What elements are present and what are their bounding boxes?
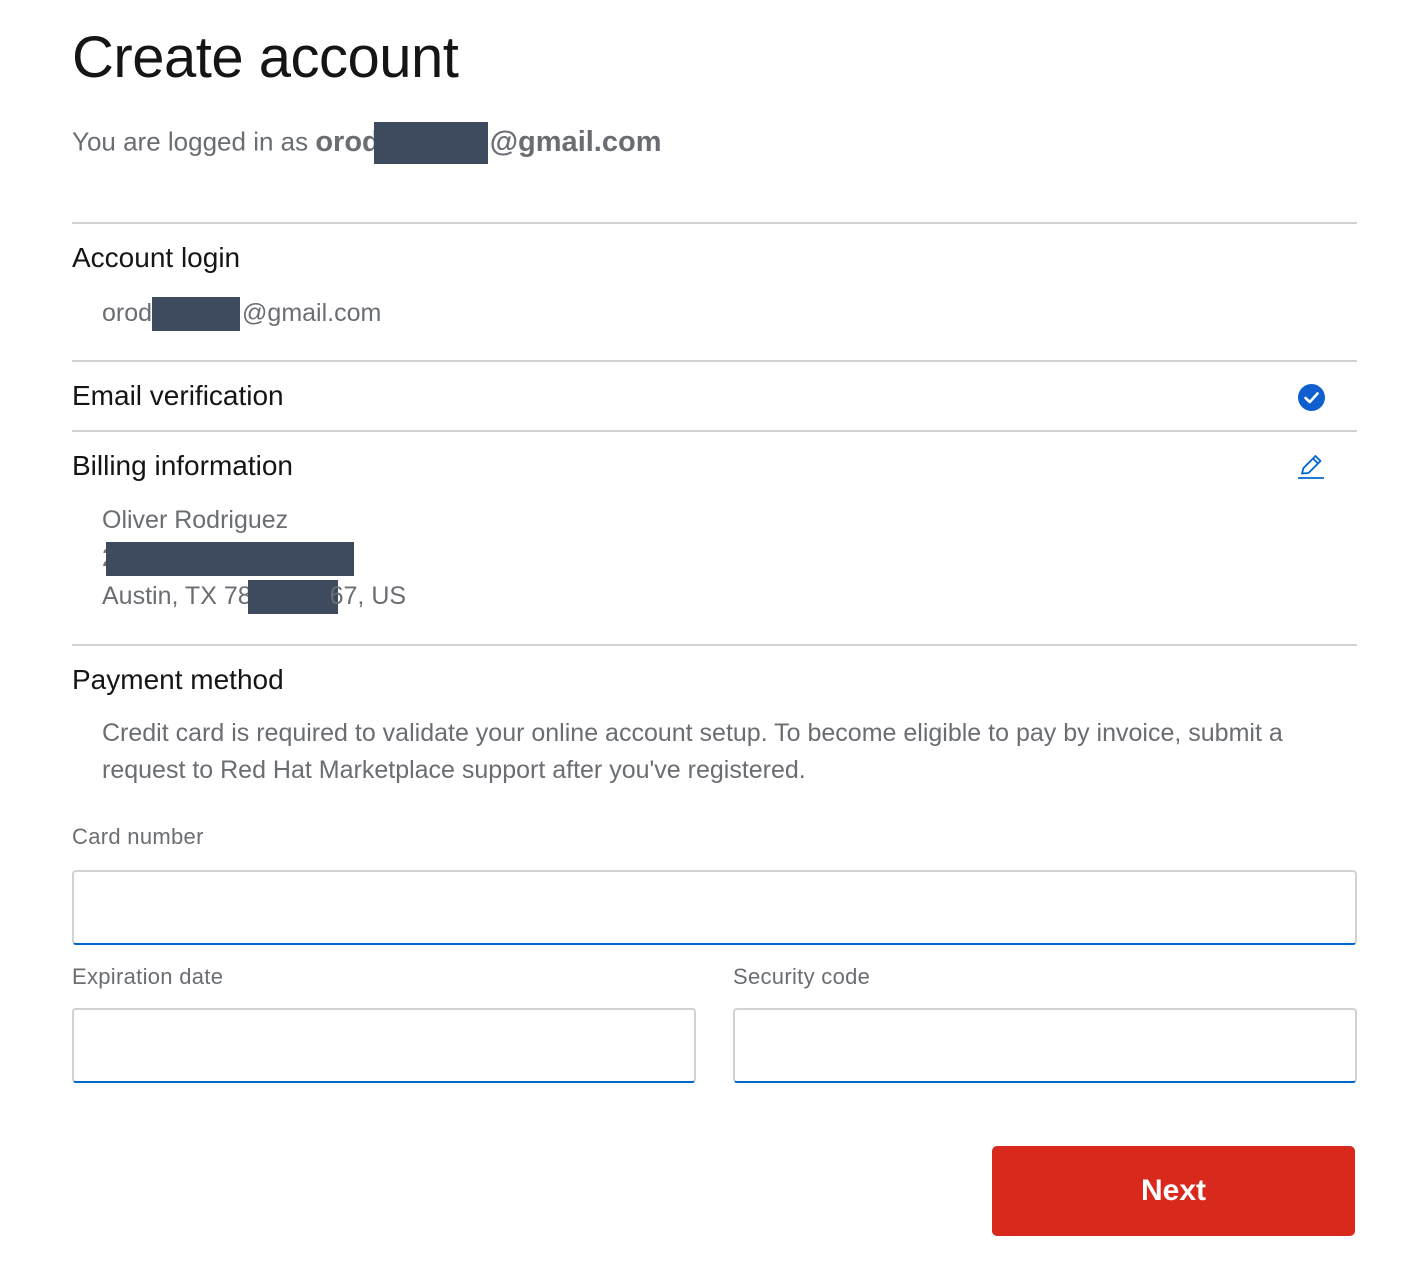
email-verification-title: Email verification	[72, 380, 284, 411]
account-login-title: Account login	[72, 242, 241, 273]
check-circle-icon	[1298, 384, 1325, 411]
card-number-label: Card number	[72, 824, 204, 849]
billing-street: 2	[102, 540, 354, 577]
page-title: Create account	[72, 25, 459, 90]
payment-description: Credit card is required to validate your…	[102, 719, 1283, 784]
redaction-block	[373, 122, 488, 164]
billing-information-title: Billing information	[72, 450, 293, 481]
divider	[72, 644, 1357, 646]
payment-method-title: Payment method	[72, 664, 284, 695]
divider	[72, 360, 1357, 362]
logged-in-email: orod @gmail.com	[315, 122, 662, 164]
expiration-date-label: Expiration date	[72, 964, 224, 989]
divider	[72, 430, 1357, 432]
logged-in-notice: You are logged in as orod @gmail.com	[72, 122, 662, 164]
billing-name: Oliver Rodriguez	[102, 506, 289, 534]
card-number-input[interactable]	[72, 870, 1357, 945]
redaction-block	[105, 542, 354, 577]
account-login-email: orod @gmail.com	[102, 295, 381, 332]
logged-in-prefix: You are logged in as	[72, 126, 316, 157]
redaction-block	[247, 580, 338, 615]
next-button[interactable]: Next	[992, 1146, 1355, 1236]
pencil-icon[interactable]	[1296, 451, 1326, 481]
redaction-block	[152, 297, 241, 332]
expiration-date-input[interactable]	[72, 1008, 696, 1083]
divider	[72, 222, 1357, 224]
billing-city-line: Austin, TX 78 67, US	[102, 578, 406, 615]
security-code-input[interactable]	[733, 1008, 1357, 1083]
security-code-label: Security code	[733, 964, 871, 989]
